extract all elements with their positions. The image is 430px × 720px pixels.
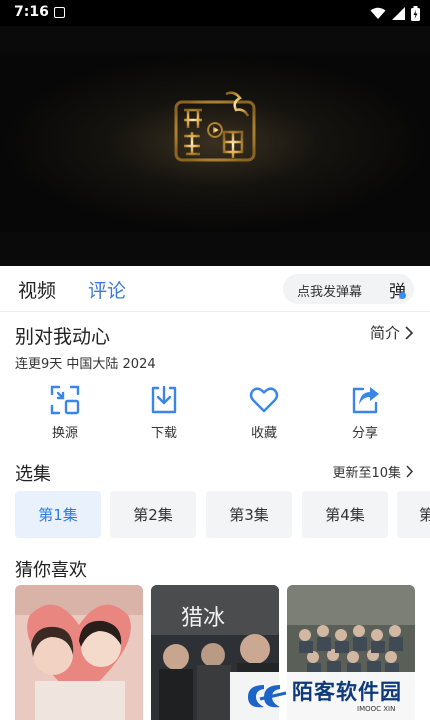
- watermark-sub: IMOOC XIN: [357, 705, 396, 713]
- download-button[interactable]: 下载: [129, 384, 199, 441]
- share-label: 分享: [351, 426, 378, 441]
- tab-video[interactable]: 视频: [18, 276, 56, 303]
- video-player[interactable]: [0, 26, 430, 266]
- chevron-right-icon: [405, 325, 414, 340]
- episode-item[interactable]: 第1集: [15, 491, 101, 538]
- tab-comment[interactable]: 评论: [88, 276, 126, 303]
- notification-icon: [54, 7, 65, 18]
- battery-icon: [411, 5, 420, 21]
- switch-source-button[interactable]: 换源: [30, 384, 100, 441]
- episode-item[interactable]: 第4集: [302, 491, 388, 538]
- show-meta: 连更9天 中国大陆 2024: [15, 357, 156, 372]
- share-icon: [352, 387, 379, 414]
- intro-button[interactable]: 简介: [370, 322, 414, 343]
- svg-text:猎冰: 猎冰: [181, 606, 225, 631]
- danmu-placeholder: 点我发弹幕: [297, 285, 363, 300]
- download-icon: [151, 385, 177, 414]
- watermark-brand: 陌客软件园: [292, 680, 402, 704]
- signal-icon: [392, 6, 405, 20]
- switch-source-label: 换源: [51, 426, 78, 441]
- recommend-heading: 猜你喜欢: [15, 560, 87, 581]
- chevron-right-icon: [406, 465, 414, 478]
- download-label: 下载: [150, 426, 177, 441]
- heart-icon: [249, 387, 279, 413]
- status-time: 7:16: [14, 4, 49, 20]
- intro-label: 简介: [369, 324, 400, 342]
- episodes-more-button[interactable]: 更新至10集: [332, 462, 414, 481]
- show-title: 别对我动心: [15, 326, 111, 348]
- app-logo-icon: [174, 91, 256, 162]
- share-button[interactable]: 分享: [330, 384, 400, 441]
- status-bar: 7:16: [0, 0, 430, 26]
- recommend-poster[interactable]: [15, 585, 143, 720]
- favorite-label: 收藏: [250, 426, 277, 441]
- danmu-indicator-dot: [399, 292, 406, 299]
- episode-item[interactable]: 第3集: [206, 491, 292, 538]
- episode-item[interactable]: 第2集: [110, 491, 196, 538]
- favorite-button[interactable]: 收藏: [229, 384, 299, 441]
- content-tabs: 视频 评论 点我发弹幕 弹: [0, 266, 430, 312]
- danmu-input[interactable]: 点我发弹幕 弹: [283, 274, 414, 304]
- episode-item[interactable]: 第: [397, 491, 430, 538]
- episodes-heading: 选集: [15, 464, 51, 485]
- action-bar: 换源 下载 收藏 分享: [0, 384, 430, 450]
- watermark-logo-icon: [248, 685, 287, 708]
- episode-list: 第1集 第2集 第3集 第4集 第: [15, 491, 430, 539]
- status-indicators: [370, 5, 420, 21]
- switch-source-icon: [50, 385, 80, 415]
- wifi-icon: [370, 7, 386, 19]
- watermark: 陌客软件园 IMOOC XIN: [230, 672, 430, 720]
- episodes-update-label: 更新至10集: [332, 466, 401, 481]
